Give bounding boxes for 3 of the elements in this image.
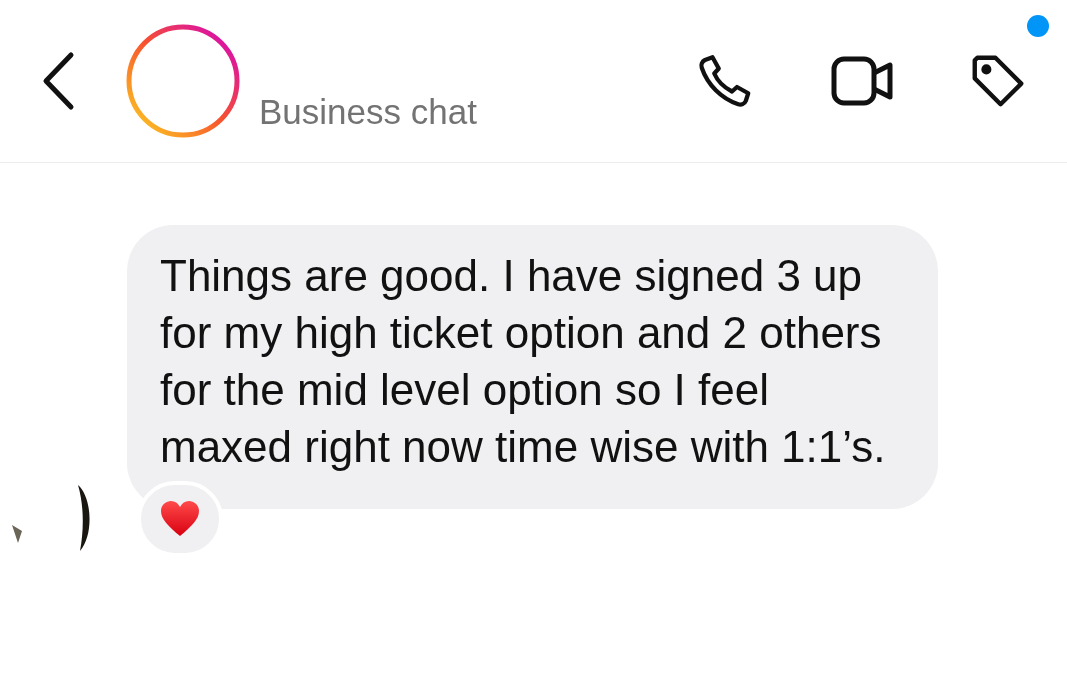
chat-subtitle: Business chat [259,90,477,133]
avatar[interactable] [125,23,241,139]
message-text: Things are good. I have signed 3 up for my high ticket option and 2 others for the mid level option so I feel maxed right now time wise with 1:1’s. [160,250,887,473]
